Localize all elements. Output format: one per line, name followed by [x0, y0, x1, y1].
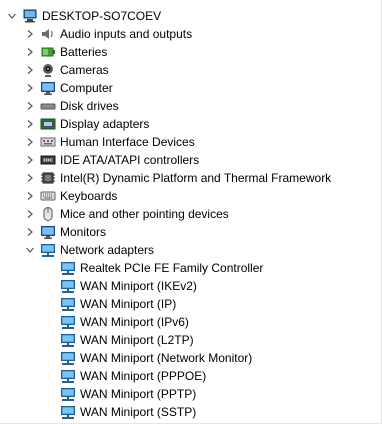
network-adapter-item-label: WAN Miniport (IP): [80, 297, 177, 311]
category-computer-label: Computer: [60, 81, 113, 95]
hid-icon: [40, 134, 56, 150]
network-adapter-item-label: WAN Miniport (L2TP): [80, 333, 194, 347]
network-adapter-icon: [60, 260, 76, 276]
category-computer[interactable]: Computer: [23, 79, 113, 97]
chevron-right-icon[interactable]: [23, 169, 37, 187]
category-display-adapters-label: Display adapters: [60, 117, 150, 131]
category-human-interface-devices-label: Human Interface Devices: [60, 135, 195, 149]
category-monitors[interactable]: Monitors: [23, 223, 106, 241]
chevron-right-icon[interactable]: [23, 61, 37, 79]
category-intel-r-dynamic-platform-and-thermal-framework-label: Intel(R) Dynamic Platform and Thermal Fr…: [60, 171, 332, 185]
category-display-adapters[interactable]: Display adapters: [23, 115, 149, 133]
chevron-right-icon[interactable]: [23, 187, 37, 205]
network-adapter-item-label: Realtek PCIe FE Family Controller: [80, 261, 264, 275]
network-adapter-item-label: WAN Miniport (PPPOE): [80, 369, 207, 383]
computer-icon: [22, 8, 38, 24]
category-network-adapters-label: Network adapters: [60, 243, 155, 257]
keyboard-icon: [40, 188, 56, 204]
network-adapter-icon: [60, 332, 76, 348]
network-adapter-item[interactable]: WAN Miniport (PPPOE): [43, 367, 206, 385]
category-audio-inputs-and-outputs-label: Audio inputs and outputs: [60, 27, 193, 41]
chevron-down-icon[interactable]: [23, 241, 37, 259]
camera-icon: [40, 62, 56, 78]
chevron-right-icon[interactable]: [23, 79, 37, 97]
mouse-icon: [40, 206, 56, 222]
battery-icon: [40, 44, 56, 60]
category-batteries-label: Batteries: [60, 45, 108, 59]
chevron-right-icon[interactable]: [23, 151, 37, 169]
network-adapter-item[interactable]: Realtek PCIe FE Family Controller: [43, 259, 263, 277]
network-adapter-icon: [60, 278, 76, 294]
network-adapter-icon: [40, 242, 56, 258]
network-adapter-item[interactable]: WAN Miniport (L2TP): [43, 331, 194, 349]
network-adapter-item[interactable]: WAN Miniport (IKEv2): [43, 277, 197, 295]
network-adapter-item[interactable]: WAN Miniport (PPTP): [43, 385, 196, 403]
chip-icon: [40, 170, 56, 186]
category-batteries[interactable]: Batteries: [23, 43, 107, 61]
network-adapter-icon: [60, 350, 76, 366]
network-adapter-item[interactable]: WAN Miniport (IPv6): [43, 313, 189, 331]
chevron-right-icon[interactable]: [23, 133, 37, 151]
category-cameras-label: Cameras: [60, 63, 109, 77]
chevron-right-icon[interactable]: [23, 97, 37, 115]
tree-root[interactable]: DESKTOP-SO7COEV: [5, 7, 161, 25]
speaker-icon: [40, 26, 56, 42]
ide-controller-icon: [40, 152, 56, 168]
category-cameras[interactable]: Cameras: [23, 61, 109, 79]
network-adapter-item[interactable]: WAN Miniport (IP): [43, 295, 176, 313]
category-ide-ata-atapi-controllers[interactable]: IDE ATA/ATAPI controllers: [23, 151, 199, 169]
category-audio-inputs-and-outputs[interactable]: Audio inputs and outputs: [23, 25, 192, 43]
chevron-right-icon[interactable]: [23, 43, 37, 61]
monitor-icon: [40, 224, 56, 240]
chevron-right-icon[interactable]: [23, 115, 37, 133]
category-disk-drives-label: Disk drives: [60, 99, 119, 113]
chevron-right-icon[interactable]: [23, 205, 37, 223]
network-adapter-item-label: WAN Miniport (Network Monitor): [80, 351, 253, 365]
category-human-interface-devices[interactable]: Human Interface Devices: [23, 133, 195, 151]
network-adapter-item[interactable]: WAN Miniport (Network Monitor): [43, 349, 252, 367]
display-adapter-icon: [40, 116, 56, 132]
network-adapter-icon: [60, 404, 76, 420]
monitor-icon: [40, 80, 56, 96]
disk-drive-icon: [40, 98, 56, 114]
network-adapter-item[interactable]: WAN Miniport (SSTP): [43, 403, 196, 421]
device-tree[interactable]: DESKTOP-SO7COEV Audio inputs and outputs B…: [0, 0, 382, 424]
category-intel-r-dynamic-platform-and-thermal-framework[interactable]: Intel(R) Dynamic Platform and Thermal Fr…: [23, 169, 331, 187]
chevron-right-icon[interactable]: [23, 25, 37, 43]
category-network-adapters[interactable]: Network adapters: [23, 241, 154, 259]
network-adapter-item-label: WAN Miniport (IPv6): [80, 315, 189, 329]
tree-root-label: DESKTOP-SO7COEV: [42, 9, 162, 23]
chevron-right-icon[interactable]: [23, 223, 37, 241]
network-adapter-icon: [60, 368, 76, 384]
network-adapter-item-label: WAN Miniport (PPTP): [80, 387, 197, 401]
network-adapter-icon: [60, 386, 76, 402]
category-monitors-label: Monitors: [60, 225, 107, 239]
category-ide-ata-atapi-controllers-label: IDE ATA/ATAPI controllers: [60, 153, 200, 167]
network-adapter-icon: [60, 296, 76, 312]
category-mice-and-other-pointing-devices[interactable]: Mice and other pointing devices: [23, 205, 229, 223]
network-adapter-item-label: WAN Miniport (IKEv2): [80, 279, 197, 293]
category-mice-and-other-pointing-devices-label: Mice and other pointing devices: [60, 207, 229, 221]
network-adapter-icon: [60, 314, 76, 330]
category-disk-drives[interactable]: Disk drives: [23, 97, 119, 115]
network-adapter-item-label: WAN Miniport (SSTP): [80, 405, 197, 419]
category-keyboards-label: Keyboards: [60, 189, 118, 203]
chevron-down-icon[interactable]: [5, 7, 19, 25]
category-keyboards[interactable]: Keyboards: [23, 187, 117, 205]
